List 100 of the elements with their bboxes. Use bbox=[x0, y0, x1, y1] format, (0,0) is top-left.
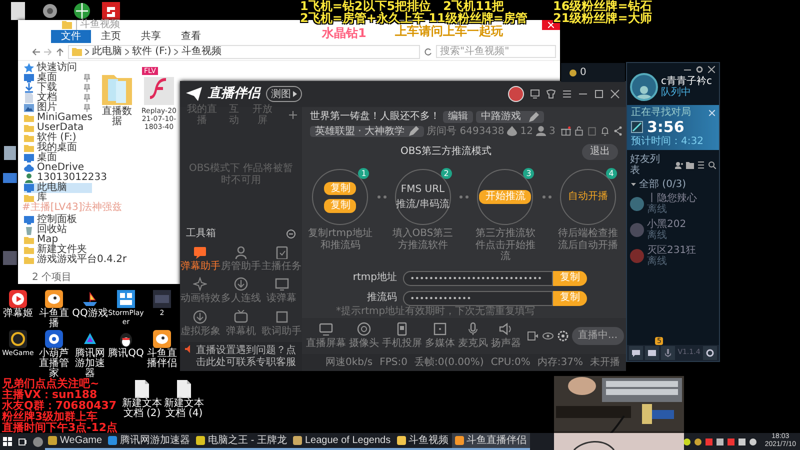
nav-item[interactable]: 新建文件夹 bbox=[24, 245, 92, 255]
nav-item[interactable]: 库 bbox=[24, 193, 92, 203]
tool-button[interactable]: 弹幕助手 bbox=[180, 244, 221, 272]
toolbar-button[interactable]: 扬声器 bbox=[491, 322, 521, 350]
exit-button[interactable]: 退出 bbox=[582, 144, 618, 160]
nav-item[interactable]: 桌面 bbox=[24, 73, 92, 83]
section-title: 工具箱 bbox=[186, 228, 216, 240]
live-button[interactable]: 直播中... bbox=[572, 327, 624, 344]
app-brand: 直播伴侣 bbox=[208, 86, 260, 102]
nav-item[interactable]: MiniGames bbox=[24, 113, 95, 123]
step-caption: 填入OBS第三方推流软件 bbox=[391, 228, 454, 251]
taskbar-item[interactable]: League of Legends bbox=[290, 433, 394, 450]
nav-item[interactable]: 控制面板 bbox=[24, 215, 92, 225]
icon-label: 斗鱼直播伴侣 bbox=[146, 349, 178, 369]
nav-item[interactable]: 我的桌面 bbox=[24, 143, 92, 153]
step-number: 1 bbox=[358, 168, 370, 179]
nav-item[interactable]: 图片 bbox=[24, 103, 92, 113]
nav-item[interactable]: 桌面 bbox=[24, 153, 92, 163]
chat-message: #主播[LV43]法神强兹 bbox=[22, 202, 122, 214]
promo-text: 兄弟们点点关注吧~ bbox=[2, 378, 100, 389]
toolbar-button[interactable]: 麦克风 bbox=[458, 322, 488, 350]
status-text: 丢帧:0(0.00%) bbox=[414, 356, 484, 368]
mode-title: OBS第三方推流模式 bbox=[400, 146, 492, 158]
queue-title: 正在寻找对局 bbox=[631, 107, 691, 118]
queue-timer: 3:56 bbox=[647, 119, 684, 135]
ribbon-tab[interactable]: 查看 bbox=[171, 30, 211, 43]
taskbar-item[interactable]: 电脑之王 - 王牌龙 bbox=[193, 433, 290, 450]
breadcrumb-item[interactable]: 此电脑 bbox=[92, 46, 122, 56]
nav-item[interactable]: 下载 bbox=[24, 83, 92, 93]
nav-item[interactable]: 回收站 bbox=[24, 225, 92, 235]
nav-item[interactable]: 软件 (F:) bbox=[24, 133, 92, 143]
viewer-count: 3 bbox=[549, 126, 556, 137]
coin-count: 0 bbox=[580, 67, 586, 78]
icon-label: 斗鱼直播 bbox=[38, 309, 70, 329]
icon-label: 腾讯网游加速器 bbox=[75, 349, 106, 379]
nav-item[interactable]: 游戏游戏平台0.4.2r bbox=[24, 255, 129, 265]
step-label: 自动开播 bbox=[568, 191, 608, 203]
breadcrumb-item[interactable]: 斗鱼视频 bbox=[181, 46, 222, 56]
like-count: 12 bbox=[520, 126, 533, 137]
friend-status: 离线 bbox=[647, 230, 668, 241]
friend-group[interactable]: 全部 (0/3) bbox=[627, 178, 719, 191]
nav-item[interactable]: 13013012233 bbox=[24, 173, 109, 183]
friend-name: 灭区231狂 bbox=[647, 245, 696, 256]
promo-text: 直播时间下午3点-12点 bbox=[2, 422, 118, 433]
ribbon-tab[interactable]: 主页 bbox=[91, 30, 131, 43]
overlay-note: 水晶钻1 bbox=[322, 25, 366, 42]
breadcrumb-item[interactable]: 软件 (F:) bbox=[132, 46, 172, 56]
search-field[interactable]: 搜索"斗鱼视频" bbox=[436, 45, 556, 58]
status-text: 网速0kb/s bbox=[326, 356, 373, 368]
icon-label: 小葫芦直播管家 bbox=[39, 349, 69, 379]
status-text: FPS:0 bbox=[380, 356, 408, 368]
overlay-text: 16级粉丝牌=钻石 bbox=[553, 0, 652, 12]
step-number: 4 bbox=[606, 168, 617, 179]
nav-item[interactable]: UserData bbox=[24, 123, 92, 133]
status-text: 2 个项目 bbox=[32, 272, 72, 284]
nav-item[interactable]: Map bbox=[24, 235, 92, 245]
nav-item[interactable]: 快速访问 bbox=[24, 63, 92, 73]
icon-label: QQ游戏 bbox=[72, 309, 108, 319]
address-bar[interactable]: 此电脑 软件 (F:) 斗鱼视频 bbox=[68, 44, 420, 58]
status-text: CPU:0% bbox=[490, 356, 530, 368]
ribbon-tab[interactable]: 文件 bbox=[51, 30, 91, 43]
empty-state-text: OBS模式下 作品将被暂时不可用 bbox=[188, 163, 294, 186]
taskbar-item[interactable]: 斗鱼直播伴侣 bbox=[452, 433, 530, 450]
hint-text: *提示rtmp地址有效期时，下次无需重复填写 bbox=[335, 306, 536, 317]
step-caption: 第三方推流软件点击开始推流 bbox=[474, 228, 536, 262]
field-label: rtmp地址 bbox=[352, 272, 398, 284]
nav-item[interactable]: 此电脑 bbox=[24, 183, 92, 193]
icon-label: 弹幕姬 bbox=[2, 309, 34, 319]
game-chip[interactable]: 英雄联盟 · 大神教学 bbox=[310, 126, 424, 137]
nav-item[interactable]: 文档 bbox=[24, 93, 92, 103]
field-label: 推流码 bbox=[366, 292, 398, 304]
toolbar-button[interactable]: 手机投屏 bbox=[382, 322, 422, 350]
icon-label: 腾讯QQ bbox=[108, 349, 144, 359]
status-text: 内存:37% bbox=[537, 356, 583, 368]
file-name: 直播数据 bbox=[101, 107, 133, 127]
friend-status: 离线 bbox=[647, 256, 668, 267]
nav-item[interactable]: OneDrive bbox=[24, 163, 92, 173]
toolbar-button[interactable]: 摄像头 bbox=[349, 322, 379, 350]
category-chip[interactable]: 中路游戏 bbox=[476, 111, 544, 122]
step-caption: 复制rtmp地址和推流码 bbox=[307, 228, 374, 251]
toolbar-button[interactable]: 多媒体 bbox=[425, 322, 455, 350]
section-title: 好友列表 bbox=[630, 154, 661, 176]
toolbar-button[interactable]: 直播屏幕 bbox=[306, 322, 346, 350]
friend-name: 丨隐您辣心 bbox=[647, 193, 697, 204]
input-field[interactable]: •••••••••••••••••••••••••••• bbox=[403, 270, 553, 286]
friend-name: 小黑202 bbox=[647, 219, 686, 230]
edit-button[interactable]: 编辑 bbox=[443, 111, 473, 122]
estimate-text: 预计时间：4:32 bbox=[631, 136, 704, 147]
icon-label: 新建文本文档 (2) bbox=[122, 399, 162, 419]
ribbon-tab[interactable]: 共享 bbox=[131, 30, 171, 43]
taskbar-item[interactable]: WeGame bbox=[45, 433, 106, 450]
promo-text: 主播VX：sun188 bbox=[2, 389, 98, 400]
overlay-text: 21级粉丝牌=大师 bbox=[553, 12, 652, 24]
input-field[interactable]: ••••••••••••• bbox=[403, 290, 553, 306]
room-number: 房间号 6493438 bbox=[426, 126, 504, 137]
icon-label: 新建文本文档 (4) bbox=[164, 399, 204, 419]
version-button[interactable]: 测图 bbox=[266, 86, 302, 102]
status-text: 未开播 bbox=[590, 356, 620, 368]
taskbar-item[interactable]: 腾讯网游加速器 bbox=[105, 433, 194, 450]
step-number: 3 bbox=[523, 168, 534, 179]
